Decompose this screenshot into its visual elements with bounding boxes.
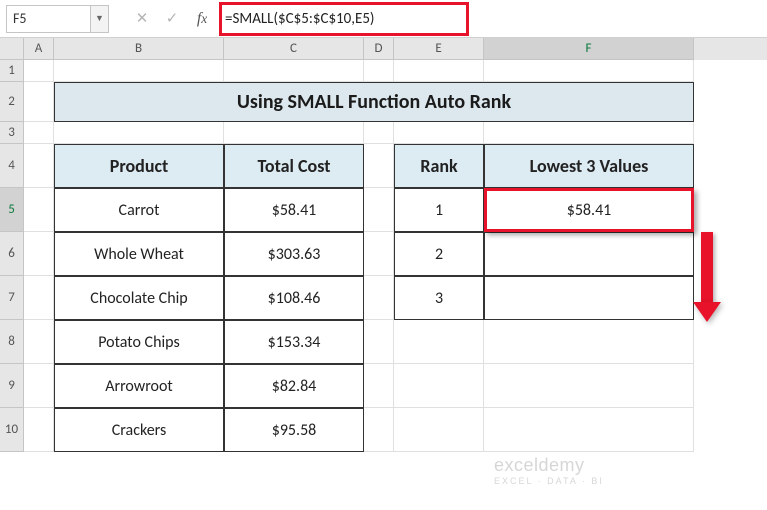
cell[interactable] [24, 232, 54, 276]
table1-product[interactable]: Arrowroot [54, 364, 224, 408]
table1-cost[interactable]: $153.34 [224, 320, 364, 364]
cell[interactable] [394, 320, 484, 364]
cell[interactable] [24, 364, 54, 408]
watermark: exceldemy EXCEL · DATA · BI [494, 455, 604, 486]
cell[interactable] [364, 320, 394, 364]
col-header-a[interactable]: A [24, 38, 54, 60]
table1-cost[interactable]: $303.63 [224, 232, 364, 276]
column-headers: A B C D E F [0, 38, 767, 60]
col-header-f[interactable]: F [484, 38, 694, 60]
cell[interactable] [24, 60, 54, 82]
cancel-icon[interactable]: ✕ [127, 5, 157, 33]
name-box[interactable]: F5 [6, 5, 91, 33]
accept-icon[interactable]: ✓ [157, 5, 187, 33]
cell[interactable] [484, 122, 694, 144]
table1-product[interactable]: Whole Wheat [54, 232, 224, 276]
select-all-corner[interactable] [0, 38, 24, 60]
cell[interactable] [54, 60, 224, 82]
title-cell[interactable]: Using SMALL Function Auto Rank [54, 82, 694, 122]
row-header-4[interactable]: 4 [0, 144, 24, 188]
cell[interactable] [364, 60, 394, 82]
cell[interactable] [24, 320, 54, 364]
row-header-8[interactable]: 8 [0, 320, 24, 364]
row-header-2[interactable]: 2 [0, 82, 24, 122]
watermark-brand: exceldemy [494, 455, 585, 475]
row-header-6[interactable]: 6 [0, 232, 24, 276]
cell[interactable] [484, 408, 694, 452]
spreadsheet-grid: A B C D E F 1 2 3 4 5 6 7 8 9 10 [0, 38, 767, 510]
row-header-9[interactable]: 9 [0, 364, 24, 408]
col-header-d[interactable]: D [364, 38, 394, 60]
table2-rank[interactable]: 2 [394, 232, 484, 276]
table1-cost[interactable]: $58.41 [224, 188, 364, 232]
cell[interactable] [24, 82, 54, 122]
cell[interactable] [224, 122, 364, 144]
cell[interactable] [484, 60, 694, 82]
cell[interactable] [394, 60, 484, 82]
table1-cost[interactable]: $95.58 [224, 408, 364, 452]
table1-cost[interactable]: $108.46 [224, 276, 364, 320]
row-header-1[interactable]: 1 [0, 60, 24, 82]
row-header-5[interactable]: 5 [0, 188, 24, 232]
cell[interactable] [364, 276, 394, 320]
table2-value[interactable] [484, 232, 694, 276]
cell[interactable] [484, 320, 694, 364]
row-headers: 1 2 3 4 5 6 7 8 9 10 [0, 60, 24, 452]
table1-header-product[interactable]: Product [54, 144, 224, 188]
cell[interactable] [364, 232, 394, 276]
cell[interactable] [364, 364, 394, 408]
cell[interactable] [484, 364, 694, 408]
name-box-dropdown[interactable]: ▼ [91, 5, 109, 33]
table2-header-lowest[interactable]: Lowest 3 Values [484, 144, 694, 188]
table1-product[interactable]: Crackers [54, 408, 224, 452]
cell[interactable] [24, 276, 54, 320]
watermark-tag: EXCEL · DATA · BI [494, 476, 604, 486]
col-header-c[interactable]: C [224, 38, 364, 60]
row-header-3[interactable]: 3 [0, 122, 24, 144]
table1-product[interactable]: Potato Chips [54, 320, 224, 364]
table1-header-cost[interactable]: Total Cost [224, 144, 364, 188]
table2-rank[interactable]: 1 [394, 188, 484, 232]
table2-value[interactable] [484, 276, 694, 320]
col-header-b[interactable]: B [54, 38, 224, 60]
table2-rank[interactable]: 3 [394, 276, 484, 320]
cells-area: Using SMALL Function Auto Rank Product T… [24, 60, 767, 452]
cell[interactable] [24, 122, 54, 144]
table2-header-rank[interactable]: Rank [394, 144, 484, 188]
table1-cost[interactable]: $82.84 [224, 364, 364, 408]
col-header-e[interactable]: E [394, 38, 484, 60]
table2-value[interactable]: $58.41 [484, 188, 694, 232]
cell[interactable] [224, 60, 364, 82]
cell[interactable] [54, 122, 224, 144]
cell[interactable] [364, 188, 394, 232]
cell[interactable] [364, 144, 394, 188]
cell[interactable] [394, 364, 484, 408]
cell[interactable] [394, 408, 484, 452]
fx-icon[interactable]: fx [187, 5, 217, 33]
cell[interactable] [394, 122, 484, 144]
table1-product[interactable]: Chocolate Chip [54, 276, 224, 320]
formula-bar: F5 ▼ ✕ ✓ fx =SMALL($C$5:$C$10,E5) [0, 0, 767, 38]
cell[interactable] [24, 188, 54, 232]
formula-text: =SMALL($C$5:$C$10,E5) [225, 10, 374, 28]
cell[interactable] [24, 144, 54, 188]
cell[interactable] [364, 408, 394, 452]
table1-product[interactable]: Carrot [54, 188, 224, 232]
cell[interactable] [24, 408, 54, 452]
formula-input[interactable]: =SMALL($C$5:$C$10,E5) [217, 5, 761, 33]
row-header-10[interactable]: 10 [0, 408, 24, 452]
row-header-7[interactable]: 7 [0, 276, 24, 320]
cell[interactable] [364, 122, 394, 144]
